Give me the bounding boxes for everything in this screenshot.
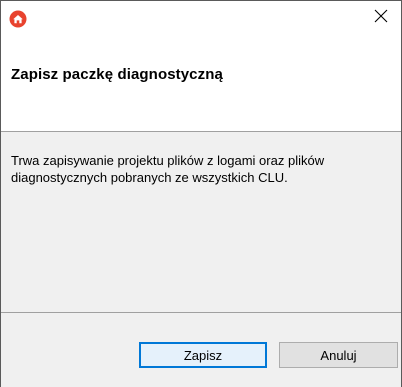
dialog-title: Zapisz paczkę diagnostyczną	[11, 66, 223, 83]
dialog-header: Zapisz paczkę diagnostyczną	[1, 1, 401, 132]
close-icon	[374, 9, 388, 28]
close-button[interactable]	[361, 1, 401, 35]
cancel-button[interactable]: Anuluj	[279, 342, 398, 368]
progress-message: Trwa zapisywanie projektu plików z logam…	[11, 153, 325, 185]
home-logo-icon	[9, 10, 27, 28]
dialog-footer: Zapisz Anuluj	[1, 312, 401, 387]
save-diagnostic-package-dialog: Zapisz paczkę diagnostyczną Trwa zapisyw…	[0, 0, 402, 387]
dialog-content: Trwa zapisywanie projektu plików z logam…	[1, 132, 401, 312]
save-button[interactable]: Zapisz	[139, 342, 267, 368]
